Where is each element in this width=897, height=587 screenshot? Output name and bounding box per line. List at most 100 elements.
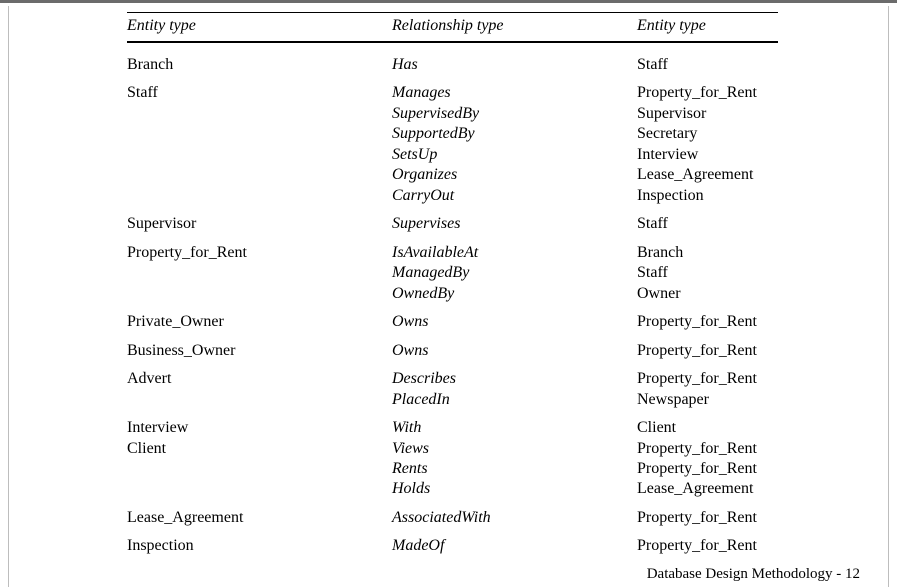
entity-right-value: Property_for_Rent: [637, 508, 778, 528]
relationship-value: With: [392, 418, 637, 438]
table-body: BranchHasStaffStaffManagesSupervisedBySu…: [127, 51, 778, 561]
page-footer: Database Design Methodology - 12: [647, 566, 860, 583]
entity-right-value: Property_for_Rent: [637, 312, 778, 332]
relationship-value: Rents: [392, 459, 637, 479]
entity-left-value: Interview: [127, 418, 392, 438]
table-row: BranchHasStaff: [127, 51, 778, 79]
entity-left-value: Inspection: [127, 536, 392, 556]
table-content: Entity type Relationship type Entity typ…: [9, 6, 888, 561]
relationship-value: Organizes: [392, 165, 637, 185]
entity-right-cell: ClientProperty_for_RentProperty_for_Rent…: [637, 418, 778, 500]
table-row: StaffManagesSupervisedBySupportedBySetsU…: [127, 79, 778, 210]
entity-right-value: Owner: [637, 284, 778, 304]
relationship-value: SupportedBy: [392, 124, 637, 144]
entity-left-value: Client: [127, 439, 392, 459]
entity-left-cell: Branch: [127, 55, 392, 75]
entity-right-value: Secretary: [637, 124, 778, 144]
entity-left-value: Advert: [127, 369, 392, 389]
relationship-cell: WithViewsRentsHolds: [392, 418, 637, 500]
relationship-value: Owns: [392, 341, 637, 361]
entity-left-cell: Private_Owner: [127, 312, 392, 332]
entity-right-value: Client: [637, 418, 778, 438]
entity-right-value: Property_for_Rent: [637, 459, 778, 479]
entity-left-value: Property_for_Rent: [127, 243, 392, 263]
entity-right-value: Branch: [637, 243, 778, 263]
relationship-cell: Owns: [392, 312, 637, 332]
relationship-cell: DescribesPlacedIn: [392, 369, 637, 410]
entity-left-cell: Advert: [127, 369, 392, 410]
relationship-value: PlacedIn: [392, 390, 637, 410]
relationship-cell: IsAvailableAtManagedByOwnedBy: [392, 243, 637, 304]
relationship-value: AssociatedWith: [392, 508, 637, 528]
relationship-value: IsAvailableAt: [392, 243, 637, 263]
window-topbar: [0, 0, 897, 3]
table-row: InterviewClientWithViewsRentsHoldsClient…: [127, 414, 778, 504]
entity-left-cell: Staff: [127, 83, 392, 206]
entity-right-cell: Staff: [637, 214, 778, 234]
header-entity-right: Entity type: [637, 17, 778, 35]
table-row: Business_OwnerOwnsProperty_for_Rent: [127, 337, 778, 365]
relationship-value: ManagedBy: [392, 263, 637, 283]
entity-right-value: Staff: [637, 214, 778, 234]
entity-right-cell: Property_for_Rent: [637, 536, 778, 556]
entity-right-cell: Property_for_Rent: [637, 508, 778, 528]
entity-right-cell: Property_for_RentNewspaper: [637, 369, 778, 410]
relationship-value: Has: [392, 55, 637, 75]
entity-right-cell: Property_for_RentSupervisorSecretaryInte…: [637, 83, 778, 206]
table-row: Private_OwnerOwnsProperty_for_Rent: [127, 308, 778, 336]
entity-right-value: Newspaper: [637, 390, 778, 410]
table-header-row: Entity type Relationship type Entity typ…: [127, 13, 778, 41]
relationship-value: SetsUp: [392, 145, 637, 165]
entity-right-value: Lease_Agreement: [637, 479, 778, 499]
entity-right-value: Staff: [637, 263, 778, 283]
entity-left-value: Lease_Agreement: [127, 508, 392, 528]
page: Entity type Relationship type Entity typ…: [8, 6, 889, 587]
entity-right-value: Inspection: [637, 186, 778, 206]
relationship-cell: MadeOf: [392, 536, 637, 556]
entity-right-value: Lease_Agreement: [637, 165, 778, 185]
entity-left-value: Private_Owner: [127, 312, 392, 332]
entity-right-value: Staff: [637, 55, 778, 75]
entity-right-cell: Staff: [637, 55, 778, 75]
entity-right-value: Property_for_Rent: [637, 83, 778, 103]
relationship-value: SupervisedBy: [392, 104, 637, 124]
entity-right-value: Property_for_Rent: [637, 341, 778, 361]
entity-left-value: Staff: [127, 83, 392, 103]
entity-right-value: Supervisor: [637, 104, 778, 124]
header-entity-left: Entity type: [127, 17, 392, 35]
relationship-value: MadeOf: [392, 536, 637, 556]
relationship-value: CarryOut: [392, 186, 637, 206]
relationship-cell: ManagesSupervisedBySupportedBySetsUpOrga…: [392, 83, 637, 206]
entity-right-value: Property_for_Rent: [637, 369, 778, 389]
table-header-rule: [127, 41, 778, 43]
entity-left-cell: Property_for_Rent: [127, 243, 392, 304]
table-row: SupervisorSupervisesStaff: [127, 210, 778, 238]
entity-left-value: Business_Owner: [127, 341, 392, 361]
entity-right-cell: Property_for_Rent: [637, 341, 778, 361]
relationship-value: Supervises: [392, 214, 637, 234]
table-row: Property_for_RentIsAvailableAtManagedByO…: [127, 239, 778, 308]
relationship-cell: Supervises: [392, 214, 637, 234]
header-relationship: Relationship type: [392, 17, 637, 35]
table-row: InspectionMadeOfProperty_for_Rent: [127, 532, 778, 560]
relationship-value: OwnedBy: [392, 284, 637, 304]
entity-left-cell: Inspection: [127, 536, 392, 556]
entity-right-value: Interview: [637, 145, 778, 165]
relationship-cell: AssociatedWith: [392, 508, 637, 528]
entity-left-cell: Supervisor: [127, 214, 392, 234]
relationship-value: Owns: [392, 312, 637, 332]
entity-right-cell: BranchStaffOwner: [637, 243, 778, 304]
relationship-cell: Has: [392, 55, 637, 75]
entity-left-value: Branch: [127, 55, 392, 75]
relationship-value: Holds: [392, 479, 637, 499]
entity-right-value: Property_for_Rent: [637, 439, 778, 459]
entity-left-value: Supervisor: [127, 214, 392, 234]
relationship-value: Views: [392, 439, 637, 459]
entity-right-cell: Property_for_Rent: [637, 312, 778, 332]
entity-right-value: Property_for_Rent: [637, 536, 778, 556]
relationship-value: Describes: [392, 369, 637, 389]
entity-left-cell: Business_Owner: [127, 341, 392, 361]
table-row: Lease_AgreementAssociatedWithProperty_fo…: [127, 504, 778, 532]
table-row: AdvertDescribesPlacedInProperty_for_Rent…: [127, 365, 778, 414]
entity-left-cell: Lease_Agreement: [127, 508, 392, 528]
